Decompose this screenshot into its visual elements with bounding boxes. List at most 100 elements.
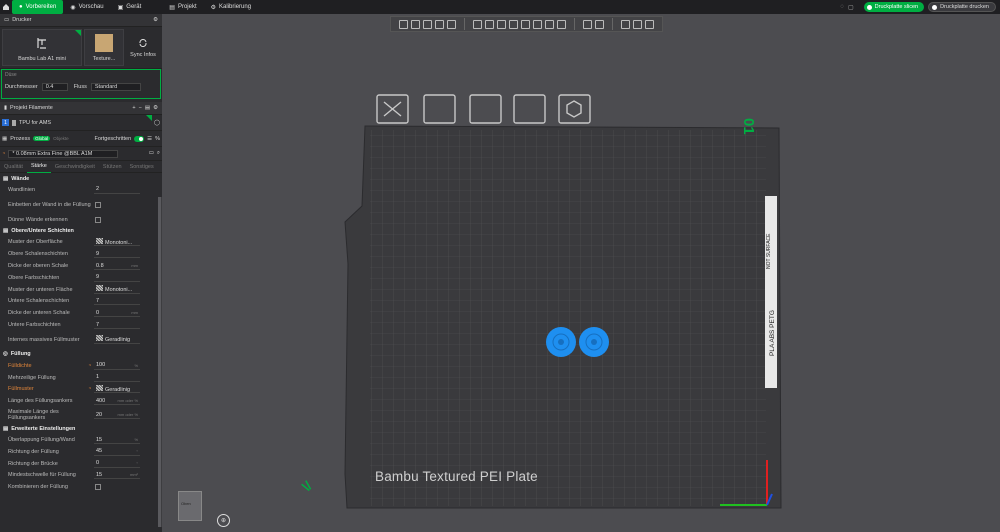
arrange-plate-icon[interactable] xyxy=(469,94,502,124)
tab-support[interactable]: Stützen xyxy=(99,161,126,173)
param-top-pattern: Muster der Oberfläche Monotoni... xyxy=(0,237,162,249)
process-tabs: Qualität Stärke Geschwindigkeit Stützen … xyxy=(0,161,162,173)
wall-loops-input[interactable]: 2 xyxy=(94,186,140,194)
3d-viewport[interactable]: 01 NOT SURFACE PLA ABS PETG \/ Bambu Tex… xyxy=(162,14,1000,532)
param-top-color-layers: Obere Farbschichten 9 xyxy=(0,272,162,284)
multiline-infill-input[interactable]: 1 xyxy=(94,374,140,382)
preview-icon: ◉ xyxy=(70,4,76,11)
process-list-icon[interactable]: ☰ xyxy=(147,136,152,142)
bottom-pattern-select[interactable]: Monotoni... xyxy=(94,285,140,294)
remove-filament-icon[interactable]: − xyxy=(139,105,142,111)
infill-density-input[interactable]: 100% xyxy=(94,362,140,370)
process-preset-select[interactable]: * 0.08mm Extra Fine @BBL A1M xyxy=(8,149,119,158)
print-icon xyxy=(932,4,938,10)
param-bridge-direction: Richtung der Brücke 0 ° xyxy=(8,460,140,468)
min-infill-area-input[interactable]: 15 mm² xyxy=(94,471,140,480)
window-icon-1[interactable]: ◌ xyxy=(840,4,844,10)
tab-others[interactable]: Sonstiges xyxy=(126,161,158,173)
pattern-icon xyxy=(96,285,103,292)
slice-plate-button[interactable]: Druckplatte slicen xyxy=(863,2,925,12)
pattern-icon xyxy=(96,384,103,391)
lock-plate-icon[interactable] xyxy=(513,94,546,124)
bottom-color-layers-input[interactable]: 7 xyxy=(94,321,140,330)
tab-device[interactable]: ▣ Gerät xyxy=(111,0,149,14)
bridge-direction-input[interactable]: 0 ° xyxy=(94,460,140,468)
global-toggle[interactable]: Global xyxy=(33,136,51,141)
auto-orient-plate-icon[interactable] xyxy=(423,94,456,124)
embed-wall-checkbox[interactable] xyxy=(95,201,101,208)
advanced-icon: ▤ xyxy=(3,425,9,432)
preset-row: ◔ * 0.08mm Extra Fine @BBL A1M ▭ ⌕ xyxy=(0,147,162,161)
window-icon-2[interactable]: ▢ xyxy=(848,4,854,11)
topbottom-section: ▤ Obere/Untere Schichten xyxy=(3,228,74,235)
filament-row[interactable]: 1 TPU for AMS ◯ xyxy=(0,115,162,131)
search-icon[interactable]: ⌕ xyxy=(157,150,160,157)
filament-header: ▮ Projekt Filamente + − ▤ ⚙ xyxy=(0,102,162,115)
bottom-shell-thickness-input[interactable]: 0 mm xyxy=(94,309,140,318)
printer-selector[interactable]: Bambu Lab A1 mini xyxy=(2,29,82,66)
plate-settings-icon[interactable] xyxy=(558,94,591,124)
param-infill-pattern: Füllmuster ◔ Geradlinig xyxy=(0,384,162,396)
infill-pattern-select[interactable]: Geradlinig xyxy=(94,384,140,394)
param-infill-density: Fülldichte ◔ 100% xyxy=(8,362,140,370)
top-shell-thickness-input[interactable]: 0.8 mm xyxy=(94,262,140,271)
param-top-shell-layers: Obere Schalenschichten 9 xyxy=(0,248,162,260)
bottom-shell-layers-input[interactable]: 7 xyxy=(94,297,140,306)
param-top-shell-thickness: Dicke der oberen Schale 0.8 mm xyxy=(8,262,140,271)
save-preset-icon[interactable]: ▭ xyxy=(149,150,154,157)
printer-icon: ▭ xyxy=(4,17,10,23)
top-pattern-select[interactable]: Monotoni... xyxy=(94,237,140,247)
tab-speed[interactable]: Geschwindigkeit xyxy=(51,161,99,173)
printer-settings-icon[interactable]: ⚙ xyxy=(153,17,158,23)
param-bottom-pattern: Muster der unteren Fläche Monotoni... xyxy=(0,284,162,296)
process-icon: ▦ xyxy=(2,135,8,142)
walls-icon: ▤ xyxy=(3,175,9,182)
param-min-infill-area: Mindestschwelle für Füllung 15 mm² xyxy=(8,471,140,480)
tab-preview[interactable]: ◉ Vorschau xyxy=(63,0,110,14)
settings-sidebar: ▭ Drucker ⚙ Bambu Lab A1 mini Texture...… xyxy=(0,14,162,532)
tab-prepare[interactable]: ● Vorbereiten xyxy=(12,0,64,14)
prepare-icon: ● xyxy=(19,4,23,10)
param-internal-solid-pattern: Internes massives Füllmuster Geradlinig xyxy=(0,331,162,349)
filament-sync-icon[interactable]: ▤ xyxy=(145,105,150,111)
slice-icon xyxy=(866,4,872,10)
param-infill-anchor-max: Maximale Länge des Füllungsankers 20 mm o… xyxy=(8,409,140,422)
close-icon xyxy=(383,101,402,117)
advanced-toggle[interactable] xyxy=(134,135,145,142)
sync-info-button[interactable]: Sync Infos xyxy=(124,27,162,68)
tab-quality[interactable]: Qualität xyxy=(0,161,27,173)
infill-anchor-max-input[interactable]: 20 mm oder % xyxy=(94,411,140,420)
plate-action-icons xyxy=(376,94,591,124)
print-plate-button[interactable]: Druckplatte drucken xyxy=(928,2,996,12)
view-reset-icon[interactable]: ⊕ xyxy=(217,514,230,527)
process-percent-icon[interactable]: % xyxy=(155,136,160,142)
texture-swatch xyxy=(95,34,113,52)
infill-direction-input[interactable]: 45 ° xyxy=(94,448,140,456)
tab-project[interactable]: ▤ Projekt xyxy=(162,0,203,14)
plate-texture-selector[interactable]: Texture... xyxy=(84,29,124,66)
reset-icon[interactable]: ◔ xyxy=(88,386,91,392)
objects-toggle[interactable]: Objekte xyxy=(53,136,69,141)
home-icon[interactable] xyxy=(0,0,12,14)
filament-edit-icon[interactable]: ◯ xyxy=(154,120,160,126)
top-shell-layers-input[interactable]: 9 xyxy=(94,250,140,259)
pattern-icon xyxy=(96,237,103,244)
flow-select[interactable]: Standard xyxy=(90,83,141,91)
tab-strength[interactable]: Stärke xyxy=(26,161,51,173)
combine-infill-checkbox[interactable] xyxy=(95,484,101,491)
top-menu-bar: ● Vorbereiten ◉ Vorschau ▣ Gerät ▤ Proje… xyxy=(0,0,1000,14)
filament-settings-icon[interactable]: ⚙ xyxy=(153,105,158,111)
top-color-layers-input[interactable]: 9 xyxy=(94,274,140,282)
reset-icon[interactable]: ◔ xyxy=(88,363,91,369)
infill-anchor-length-input[interactable]: 400 mm oder % xyxy=(94,397,140,406)
internal-solid-pattern-select[interactable]: Geradlinig xyxy=(94,335,140,344)
nozzle-diameter-select[interactable]: 0.4 xyxy=(41,83,68,91)
plate-side-text2: NOT SURFACE xyxy=(766,233,772,269)
tab-calibration[interactable]: ⚙ Kalibrierung xyxy=(204,0,258,14)
navigation-cube[interactable]: Oben xyxy=(178,491,202,521)
infill-wall-overlap-input[interactable]: 15% xyxy=(94,436,140,445)
plate-side-text: PLA ABS PETG xyxy=(769,310,776,356)
param-bottom-shell-layers: Untere Schalenschichten 7 xyxy=(0,296,162,308)
add-filament-icon[interactable]: + xyxy=(132,105,135,111)
thin-walls-checkbox[interactable] xyxy=(95,216,101,223)
